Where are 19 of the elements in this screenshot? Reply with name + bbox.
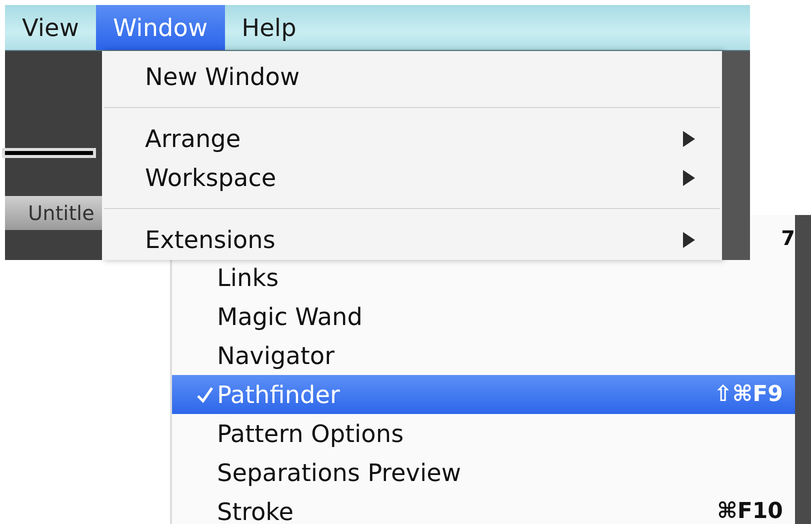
document-tab[interactable]: Untitle <box>5 196 102 230</box>
menu-item[interactable]: Pathfinder ⇧⌘F9 <box>172 375 795 414</box>
submenu-arrow-icon <box>682 130 696 146</box>
menu-item[interactable]: Navigator <box>172 336 795 375</box>
menu-item[interactable]: Separations Preview <box>172 453 795 492</box>
shortcut-text: 7 <box>781 226 795 250</box>
menu-item[interactable]: Workspace <box>102 158 722 197</box>
menu-item[interactable]: Links <box>172 258 795 297</box>
menu-item[interactable]: New Window <box>102 57 722 96</box>
menu-bar-item[interactable]: Window <box>96 5 225 50</box>
menu-item[interactable]: Magic Wand <box>172 297 795 336</box>
menu-item[interactable]: Arrange <box>102 119 722 158</box>
menu-item[interactable]: Stroke ⌘F10 <box>172 492 795 524</box>
menu-bar-item[interactable]: Help <box>224 5 314 50</box>
menu-item[interactable]: Extensions <box>102 220 722 259</box>
submenu-arrow-icon <box>682 232 696 248</box>
menu-item[interactable]: Pattern Options <box>172 414 795 453</box>
submenu-arrow-icon <box>682 170 696 186</box>
menu-bar-item[interactable]: View <box>5 5 96 50</box>
